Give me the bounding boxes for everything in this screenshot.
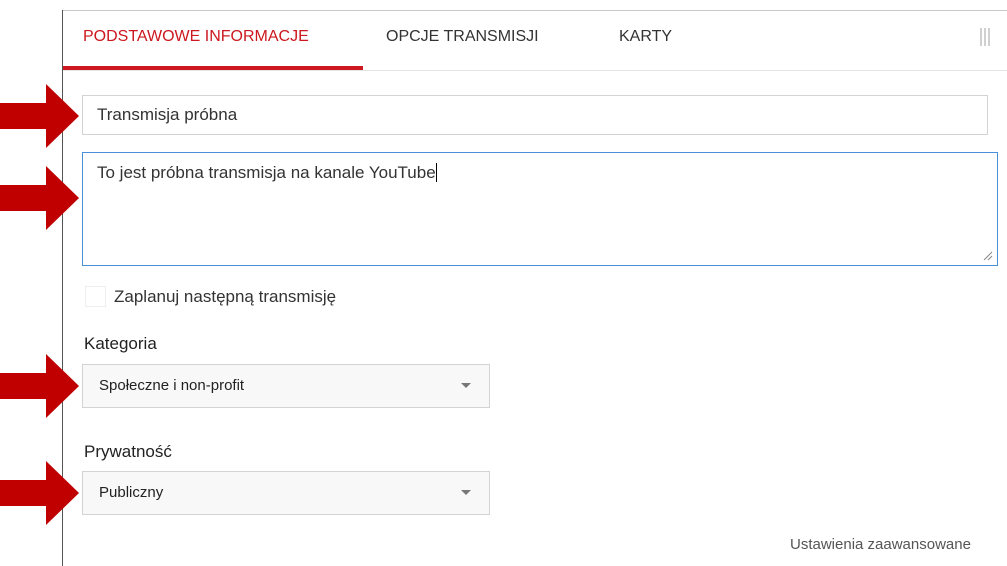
tab-cards[interactable]: KARTY [619, 11, 672, 70]
arrow-right-icon [0, 354, 79, 418]
advanced-settings-link[interactable]: Ustawienia zaawansowane [790, 535, 971, 555]
caret-down-icon [461, 383, 471, 388]
schedule-next-checkbox[interactable] [85, 286, 106, 307]
text-caret [435, 163, 437, 182]
arrow-right-icon [0, 166, 79, 230]
title-input[interactable]: Transmisja próbna [82, 95, 988, 135]
description-text: To jest próbna transmisja na kanale YouT… [97, 163, 436, 182]
page: PODSTAWOWE INFORMACJE OPCJE TRANSMISJI K… [0, 0, 1007, 566]
drag-grip-icon[interactable] [980, 28, 992, 46]
category-label: Kategoria [84, 334, 157, 353]
arrow-right-icon [0, 461, 79, 525]
caret-down-icon [461, 490, 471, 495]
description-textarea[interactable]: To jest próbna transmisja na kanale YouT… [82, 152, 998, 266]
category-select[interactable]: Społeczne i non-profit [82, 364, 490, 408]
privacy-selected-value: Publiczny [99, 484, 164, 501]
active-tab-indicator [63, 66, 363, 70]
resize-handle-icon[interactable] [983, 251, 993, 261]
tab-basic-info[interactable]: PODSTAWOWE INFORMACJE [83, 11, 309, 70]
arrow-right-icon [0, 84, 79, 148]
privacy-select[interactable]: Publiczny [82, 471, 490, 515]
privacy-label: Prywatność [84, 442, 172, 461]
tab-bar: PODSTAWOWE INFORMACJE OPCJE TRANSMISJI K… [63, 11, 1007, 71]
tab-stream-options[interactable]: OPCJE TRANSMISJI [386, 11, 539, 70]
category-selected-value: Społeczne i non-profit [99, 377, 245, 394]
schedule-next-label: Zaplanuj następną transmisję [114, 287, 337, 306]
